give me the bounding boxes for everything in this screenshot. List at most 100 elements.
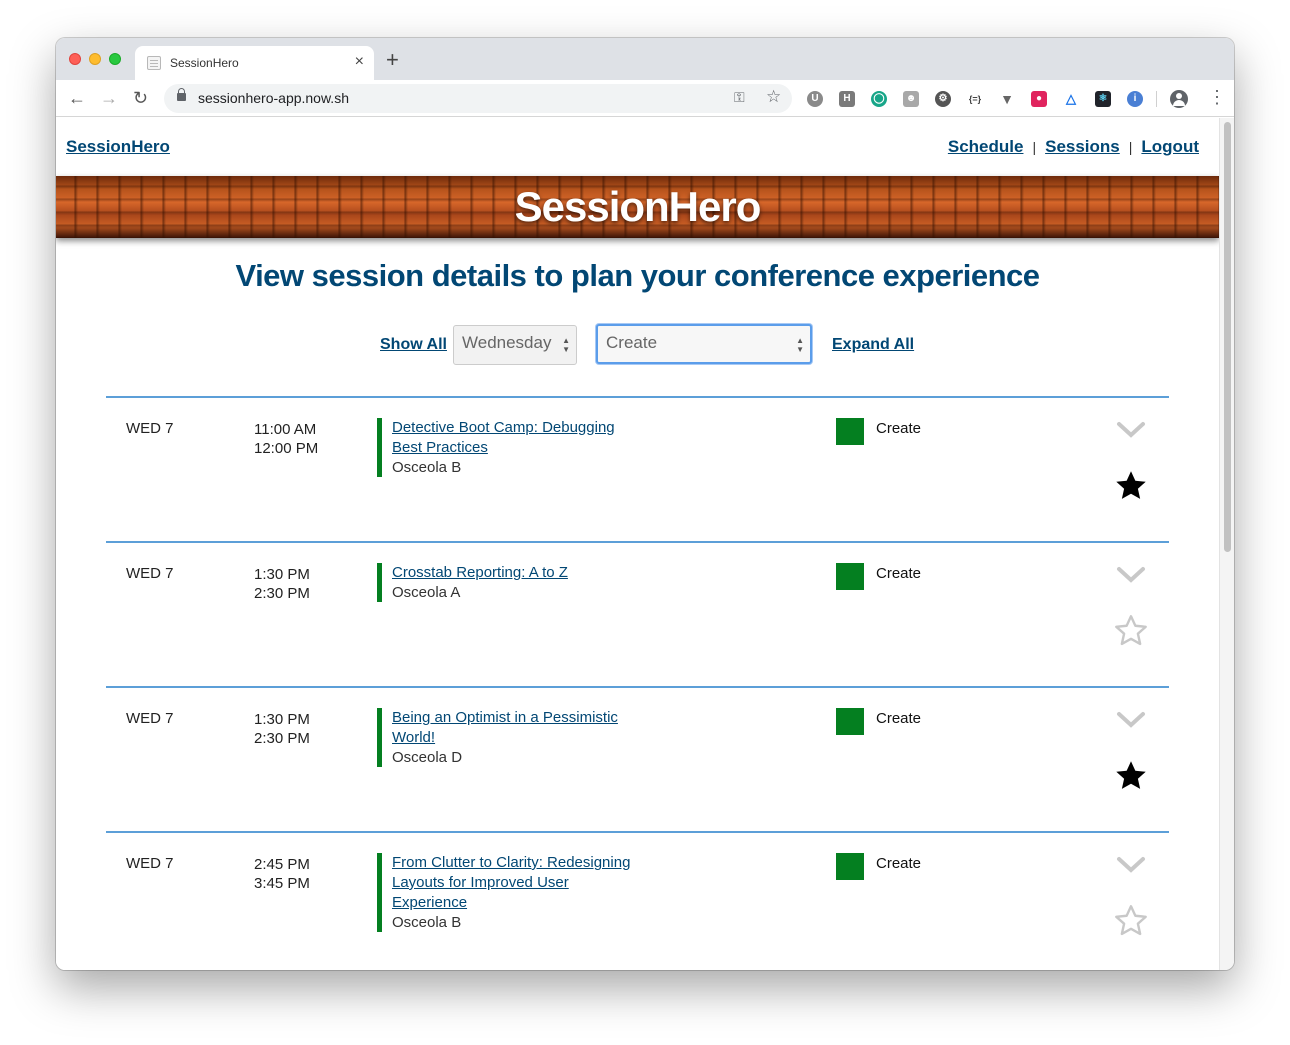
profile-avatar-icon[interactable]	[1170, 90, 1188, 108]
session-end: 2:30 PM	[254, 730, 310, 747]
banner-title: SessionHero	[514, 183, 762, 230]
session-end: 3:45 PM	[254, 875, 310, 892]
session-room: Osceola D	[392, 749, 463, 766]
extension-mic-icon[interactable]: ●	[1031, 91, 1047, 107]
tab-title: SessionHero	[170, 56, 239, 70]
nav-sessions-link[interactable]: Sessions	[1045, 137, 1120, 156]
expand-chevron-icon[interactable]	[1115, 710, 1147, 730]
forward-arrow-icon[interactable]: →	[100, 88, 118, 108]
session-time: 2:45 PM 3:45 PM	[254, 855, 310, 893]
session-row: WED 7 1:30 PM 2:30 PM Being an Optimist …	[106, 686, 1169, 831]
page-headline: View session details to plan your confer…	[235, 258, 1040, 293]
brand-link[interactable]: SessionHero	[66, 137, 170, 157]
scrollbar-thumb[interactable]	[1224, 122, 1231, 552]
session-details: Being an Optimist in a Pessimistic World…	[377, 708, 647, 767]
track-color-swatch	[836, 853, 864, 880]
nav-schedule-link[interactable]: Schedule	[948, 137, 1024, 156]
session-title-link[interactable]: From Clutter to Clarity: Redesigning Lay…	[392, 853, 647, 913]
session-start: 1:30 PM	[254, 566, 310, 583]
track-select[interactable]: Create ▲ ▼	[596, 324, 812, 364]
session-start: 1:30 PM	[254, 711, 310, 728]
session-room: Osceola A	[392, 584, 461, 601]
nav-logout-link[interactable]: Logout	[1141, 137, 1199, 156]
extension-globe-icon[interactable]: ◯	[871, 91, 887, 107]
tab-strip: SessionHero × +	[56, 38, 1234, 80]
day-select-value: Wednesday	[462, 333, 552, 352]
session-track: Create	[876, 420, 922, 437]
expand-chevron-icon[interactable]	[1115, 420, 1147, 440]
track-color-swatch	[836, 563, 864, 590]
lock-icon	[177, 88, 186, 101]
session-start: 11:00 AM	[254, 421, 317, 438]
extension-u-icon[interactable]: U	[807, 91, 823, 107]
session-details: From Clutter to Clarity: Redesigning Lay…	[377, 853, 647, 932]
hero-banner: SessionHero	[56, 176, 1219, 238]
session-day: WED 7	[126, 855, 174, 872]
session-details: Detective Boot Camp: Debugging Best Prac…	[377, 418, 647, 477]
track-select-value: Create	[606, 333, 658, 352]
back-arrow-icon[interactable]: ←	[68, 88, 86, 108]
track-color-swatch	[836, 708, 864, 735]
extension-info-icon[interactable]: i	[1127, 91, 1143, 107]
extension-json-icon[interactable]: {=}	[967, 91, 983, 107]
extension-person-icon[interactable]: ☻	[903, 91, 919, 107]
minimize-window-button[interactable]	[89, 53, 101, 65]
close-window-button[interactable]	[69, 53, 81, 65]
key-icon[interactable]: ⚿	[734, 89, 745, 106]
expand-all-link[interactable]: Expand All	[832, 336, 914, 354]
expand-chevron-icon[interactable]	[1115, 855, 1147, 875]
extension-triangle-icon[interactable]: △	[1063, 91, 1079, 107]
session-room: Osceola B	[392, 914, 462, 931]
address-bar[interactable]: sessionhero-app.now.sh ⚿ ☆	[164, 84, 792, 113]
nav-separator: |	[1032, 139, 1037, 155]
session-row: WED 7 1:30 PM 2:30 PM Crosstab Reporting…	[106, 541, 1169, 686]
session-track: Create	[876, 710, 922, 727]
session-details: Crosstab Reporting: A to Z Osceola A	[377, 563, 647, 602]
session-row: WED 7 11:00 AM 12:00 PM Detective Boot C…	[106, 396, 1169, 541]
close-tab-icon[interactable]: ×	[355, 53, 364, 71]
session-day: WED 7	[126, 710, 174, 727]
toolbar-divider	[1156, 91, 1157, 107]
bookmark-star-icon[interactable]: ☆	[766, 87, 781, 107]
favorite-star-filled-icon[interactable]	[1112, 468, 1150, 504]
extension-vue-icon[interactable]: ▼	[999, 91, 1015, 107]
page-scrollbar[interactable]	[1219, 118, 1234, 970]
browser-menu-icon[interactable]: ⋮	[1208, 88, 1226, 106]
session-track: Create	[876, 855, 922, 872]
new-tab-button[interactable]: +	[386, 49, 399, 71]
browser-toolbar: ← → ↻ sessionhero-app.now.sh ⚿ ☆ U H ◯ ☻…	[56, 80, 1234, 117]
session-title-link[interactable]: Detective Boot Camp: Debugging Best Prac…	[392, 418, 647, 458]
extension-gear-icon[interactable]: ⚙	[935, 91, 951, 107]
session-title-link[interactable]: Being an Optimist in a Pessimistic World…	[392, 708, 647, 748]
favorite-star-outline-icon[interactable]	[1112, 903, 1150, 939]
session-time: 11:00 AM 12:00 PM	[254, 420, 318, 458]
page-favicon-icon	[147, 56, 161, 70]
nav-separator: |	[1128, 139, 1133, 155]
browser-window: SessionHero × + ← → ↻ sessionhero-app.no…	[56, 38, 1234, 970]
url-text: sessionhero-app.now.sh	[198, 90, 349, 106]
show-all-link[interactable]: Show All	[380, 336, 447, 354]
session-row: WED 7 2:45 PM 3:45 PM From Clutter to Cl…	[106, 831, 1169, 970]
day-select[interactable]: Wednesday ▲ ▼	[453, 325, 577, 365]
session-track: Create	[876, 565, 922, 582]
select-arrows-icon: ▲ ▼	[562, 336, 570, 354]
session-end: 12:00 PM	[254, 440, 319, 457]
session-day: WED 7	[126, 565, 174, 582]
session-time: 1:30 PM 2:30 PM	[254, 710, 310, 748]
select-arrows-icon: ▲ ▼	[796, 336, 804, 354]
browser-tab[interactable]: SessionHero ×	[135, 46, 374, 80]
session-start: 2:45 PM	[254, 856, 310, 873]
session-day: WED 7	[126, 420, 174, 437]
extension-react-icon[interactable]: ⚛	[1095, 91, 1111, 107]
zoom-window-button[interactable]	[109, 53, 121, 65]
favorite-star-outline-icon[interactable]	[1112, 613, 1150, 649]
session-title-link[interactable]: Crosstab Reporting: A to Z	[392, 563, 647, 583]
expand-chevron-icon[interactable]	[1115, 565, 1147, 585]
session-room: Osceola B	[392, 459, 462, 476]
favorite-star-filled-icon[interactable]	[1112, 758, 1150, 794]
top-navigation: Schedule | Sessions | Logout	[948, 137, 1199, 157]
session-end: 2:30 PM	[254, 585, 310, 602]
extension-h-icon[interactable]: H	[839, 91, 855, 107]
reload-icon[interactable]: ↻	[133, 88, 148, 108]
page-viewport: SessionHero Schedule | Sessions | Logout Ses…	[56, 118, 1219, 970]
